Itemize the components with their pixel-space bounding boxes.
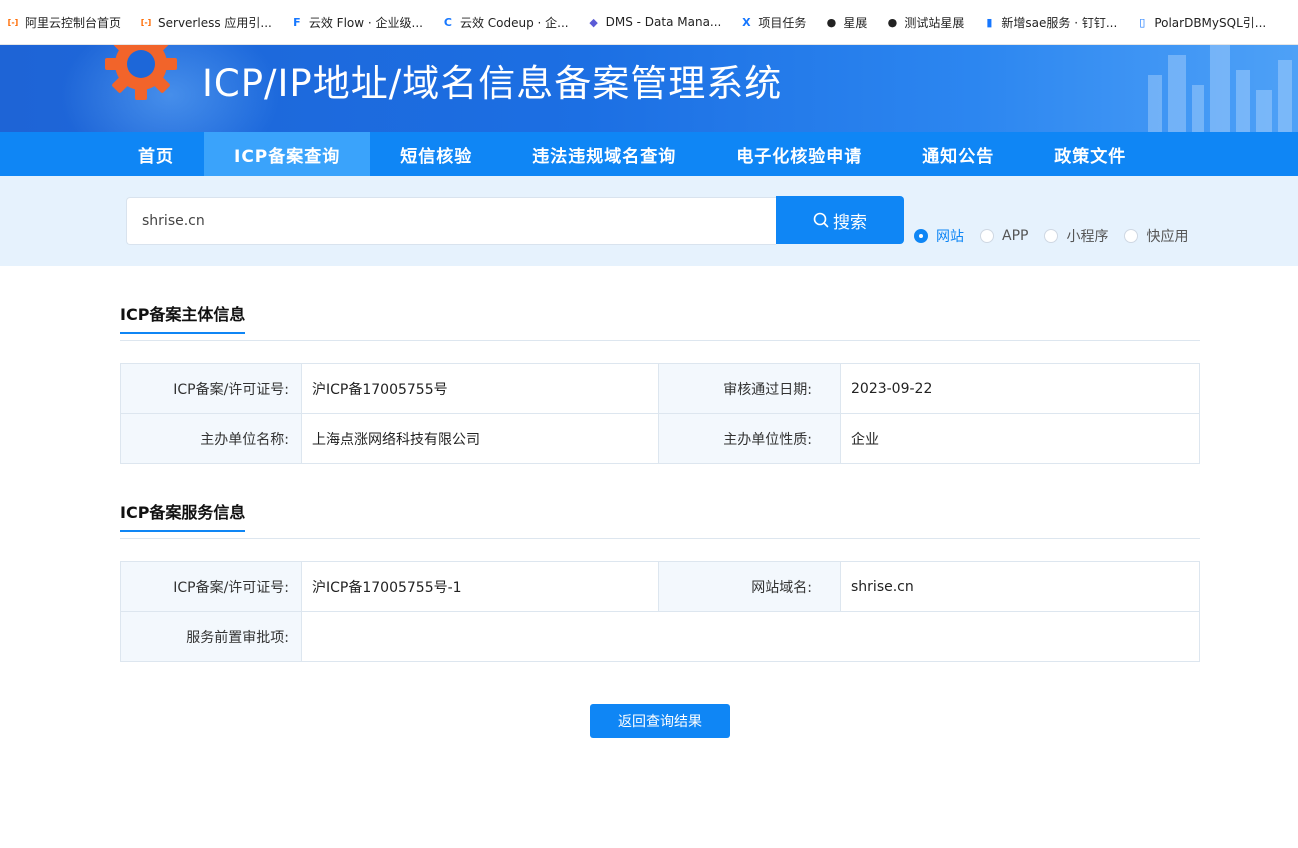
search-band: shrise.cn 搜索 网站 APP 小程序 快应用 <box>0 176 1298 266</box>
search-icon <box>813 212 829 228</box>
bookmark-item[interactable]: [-] Serverless 应用引... <box>133 8 278 36</box>
field-value: 上海点涨网络科技有限公司 <box>301 413 659 464</box>
service-info-table: ICP备案/许可证号: 沪ICP备17005755号-1 网站域名: shris… <box>120 561 1200 662</box>
search-type-radio[interactable]: 小程序 <box>1044 226 1108 246</box>
bookmark-label: PolarDBMySQL引... <box>1154 15 1267 30</box>
nav-item[interactable]: 政策文件 <box>1024 132 1156 176</box>
bookmark-label: 云效 Flow · 企业级... <box>308 15 423 30</box>
field-value <box>301 611 1200 662</box>
bookmark-label: 云效 Codeup · 企... <box>459 15 569 30</box>
skyline-decoration <box>1148 45 1292 132</box>
nav-item[interactable]: 短信核验 <box>370 132 502 176</box>
book-icon: ▯ <box>1139 15 1146 29</box>
radio-icon <box>980 229 994 243</box>
table-row: 服务前置审批项: <box>120 611 1200 662</box>
codeup-icon: C <box>443 15 452 29</box>
field-label: 主办单位名称: <box>120 413 302 464</box>
bookmark-item[interactable]: ● 测试站星展 <box>879 8 970 36</box>
subject-section-header: ICP备案主体信息 <box>120 301 1200 341</box>
back-to-results-button[interactable]: 返回查询结果 <box>590 704 730 738</box>
bookmark-label: 新增sae服务 · 钉钉... <box>1001 15 1118 30</box>
table-row: 主办单位名称: 上海点涨网络科技有限公司 主办单位性质: 企业 <box>120 413 1200 464</box>
table-row: ICP备案/许可证号: 沪ICP备17005755号 审核通过日期: 2023-… <box>120 363 1200 414</box>
radio-icon <box>914 229 928 243</box>
field-label: 主办单位性质: <box>658 413 841 464</box>
search-button[interactable]: 搜索 <box>776 196 904 244</box>
bookmark-item[interactable]: F 云效 Flow · 企业级... <box>284 8 429 36</box>
subject-info-table: ICP备案/许可证号: 沪ICP备17005755号 审核通过日期: 2023-… <box>120 363 1200 464</box>
github-icon: ● <box>826 15 837 29</box>
radio-label: 小程序 <box>1066 229 1109 245</box>
aliyun-icon: [-] <box>140 17 152 27</box>
field-label: 审核通过日期: <box>658 363 841 414</box>
field-value: 2023-09-22 <box>840 363 1200 414</box>
bookmark-label: Serverless 应用引... <box>158 15 272 30</box>
bookmark-label: DMS - Data Mana... <box>605 15 722 29</box>
bookmark-label: 项目任务 <box>758 15 807 30</box>
site-banner: ICP/IP地址/域名信息备案管理系统 <box>0 45 1298 132</box>
bookmark-label: 测试站星展 <box>904 15 965 30</box>
bookmark-item[interactable]: ● 星展 <box>818 8 873 36</box>
nav-item[interactable]: 违法违规域名查询 <box>502 132 706 176</box>
bookmark-item[interactable]: ▯ PolarDBMySQL引... <box>1129 8 1272 36</box>
field-value: 沪ICP备17005755号-1 <box>301 561 659 612</box>
nav-item[interactable]: 首页 <box>108 132 204 176</box>
flow-icon: F <box>293 15 301 29</box>
field-label: ICP备案/许可证号: <box>120 561 302 612</box>
search-type-radio[interactable]: APP <box>980 228 1028 244</box>
service-section-title: ICP备案服务信息 <box>120 499 246 532</box>
main-nav: 首页 ICP备案查询 短信核验 违法违规域名查询 电子化核验申请 通知公告 政策文件 <box>0 132 1298 176</box>
bookmark-label: 阿里云控制台首页 <box>25 15 122 30</box>
search-type-group: 网站 APP 小程序 快应用 <box>914 226 1204 246</box>
bookmark-item[interactable]: ◆ DMS - Data Mana... <box>581 8 728 36</box>
field-value: 企业 <box>840 413 1200 464</box>
bookmark-item[interactable]: [-] 阿里云控制台首页 <box>0 8 127 36</box>
bookmark-item[interactable]: ▮ 新增sae服务 · 钉钉... <box>976 8 1123 36</box>
service-section-header: ICP备案服务信息 <box>120 499 1200 539</box>
nav-item[interactable]: ICP备案查询 <box>204 132 371 176</box>
search-type-radio[interactable]: 快应用 <box>1124 226 1188 246</box>
bookmark-item[interactable]: X 项目任务 <box>733 8 812 36</box>
doc-icon: ▮ <box>986 15 993 29</box>
field-label: 服务前置审批项: <box>120 611 302 662</box>
field-label: ICP备案/许可证号: <box>120 363 302 414</box>
nav-item[interactable]: 通知公告 <box>892 132 1024 176</box>
radio-label: 网站 <box>936 229 964 245</box>
nav-item[interactable]: 电子化核验申请 <box>706 132 892 176</box>
bookmarks-bar: [-] 阿里云控制台首页 [-] Serverless 应用引... F 云效 Flow … <box>0 0 1298 45</box>
subject-section-title: ICP备案主体信息 <box>120 301 246 334</box>
radio-icon <box>1044 229 1059 243</box>
github-icon: ● <box>887 15 898 29</box>
field-value: 沪ICP备17005755号 <box>301 363 659 414</box>
bookmark-label: 星展 <box>843 15 868 30</box>
bookmark-item[interactable]: C 云效 Codeup · 企... <box>435 8 575 36</box>
search-type-radio[interactable]: 网站 <box>914 226 964 246</box>
aliyun-icon: [-] <box>7 17 19 27</box>
table-row: ICP备案/许可证号: 沪ICP备17005755号-1 网站域名: shris… <box>120 561 1200 612</box>
search-button-label: 搜索 <box>833 212 867 233</box>
field-value: shrise.cn <box>840 561 1200 612</box>
logo-gear-icon <box>105 45 177 100</box>
dms-icon: ◆ <box>589 15 598 29</box>
field-label: 网站域名: <box>658 561 841 612</box>
radio-label: APP <box>1002 228 1029 244</box>
radio-label: 快应用 <box>1146 229 1189 245</box>
x-icon: X <box>742 15 751 29</box>
radio-icon <box>1124 229 1139 243</box>
site-title: ICP/IP地址/域名信息备案管理系统 <box>202 62 783 105</box>
search-input[interactable]: shrise.cn <box>126 197 776 245</box>
